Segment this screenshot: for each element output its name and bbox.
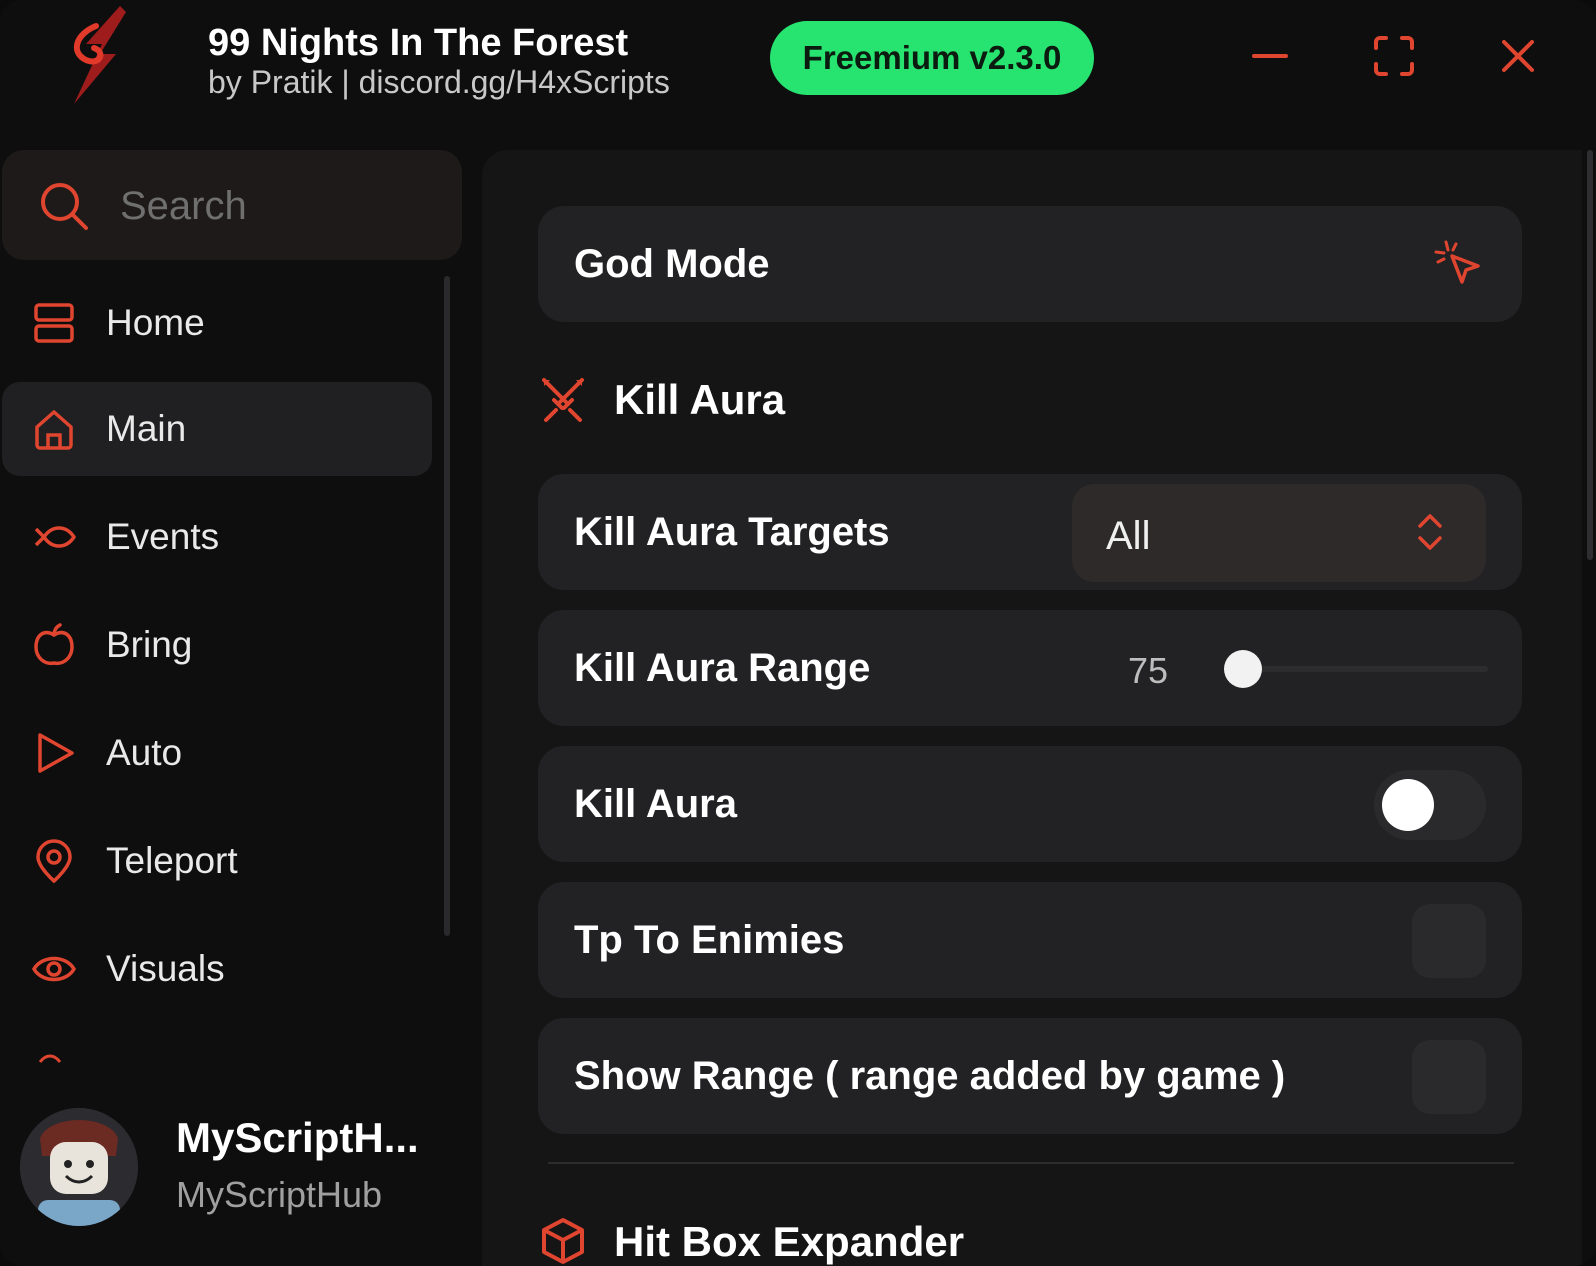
sidebar-item-auto[interactable]: Auto bbox=[2, 706, 432, 800]
main-panel: God Mode Kill Aura Kill Aura Targets All bbox=[482, 150, 1582, 1266]
avatar-icon bbox=[20, 1108, 138, 1226]
tp-to-enemies-checkbox[interactable] bbox=[1412, 904, 1486, 978]
kill-aura-toggle-row: Kill Aura bbox=[538, 746, 1522, 862]
kill-aura-range-row: Kill Aura Range 75 bbox=[538, 610, 1522, 726]
slider-value: 75 bbox=[1128, 650, 1169, 691]
close-button[interactable] bbox=[1496, 34, 1540, 78]
kill-aura-section-header: Kill Aura bbox=[538, 360, 1138, 440]
slider-thumb[interactable] bbox=[1224, 650, 1262, 688]
partial-icon bbox=[38, 1054, 62, 1063]
show-range-label: Show Range ( range added by game ) bbox=[574, 1054, 1286, 1098]
logo-icon bbox=[73, 6, 126, 104]
kill-aura-toggle-label: Kill Aura bbox=[574, 782, 737, 826]
toggle-knob bbox=[1382, 779, 1434, 831]
kill-aura-targets-row: Kill Aura Targets All bbox=[538, 474, 1522, 590]
map-pin-icon bbox=[36, 839, 72, 883]
dropdown-value: All bbox=[1106, 514, 1151, 558]
app-subtitle: by Pratik | discord.gg/H4xScripts bbox=[208, 64, 670, 100]
section-title: Hit Box Expander bbox=[614, 1218, 965, 1265]
god-mode-label: God Mode bbox=[574, 242, 770, 286]
close-icon bbox=[1502, 40, 1534, 72]
minimize-icon bbox=[1252, 54, 1288, 58]
play-icon bbox=[38, 733, 74, 773]
version-badge: Freemium v2.3.0 bbox=[770, 21, 1094, 95]
section-title: Kill Aura bbox=[614, 376, 786, 423]
app-window: 99 Nights In The Forest by Pratik | disc… bbox=[0, 0, 1596, 1266]
maximize-icon bbox=[1374, 36, 1414, 76]
sidebar-item-visuals[interactable]: Visuals bbox=[2, 922, 432, 1016]
title-bar: 99 Nights In The Forest by Pratik | disc… bbox=[0, 0, 1596, 130]
chevron-up-down-icon bbox=[1418, 514, 1442, 550]
profile-username: MyScriptHub bbox=[176, 1174, 383, 1215]
minimize-button[interactable] bbox=[1248, 34, 1292, 78]
search-icon bbox=[41, 183, 88, 230]
sidebar-item-label: Teleport bbox=[106, 840, 238, 881]
sidebar-item-label: Main bbox=[106, 408, 187, 449]
fish-icon bbox=[34, 526, 76, 548]
sidebar-item-label: Bring bbox=[106, 624, 193, 665]
kill-aura-range-slider[interactable] bbox=[1224, 650, 1488, 688]
sidebar-item-label: Home bbox=[106, 302, 205, 343]
apple-icon bbox=[34, 623, 74, 666]
crossed-swords-icon bbox=[542, 378, 584, 422]
section-divider bbox=[548, 1162, 1514, 1164]
tp-to-enemies-row: Tp To Enimies bbox=[538, 882, 1522, 998]
kill-aura-targets-label: Kill Aura Targets bbox=[574, 510, 890, 554]
sidebar-item-label: Auto bbox=[106, 732, 183, 773]
sidebar-nav: Home Main Events Bring Auto Teleport Vis… bbox=[0, 270, 440, 1090]
home-icon bbox=[35, 410, 73, 450]
pointer-click-icon bbox=[1434, 240, 1480, 284]
kill-aura-targets-dropdown[interactable]: All bbox=[1072, 484, 1486, 582]
show-range-row: Show Range ( range added by game ) bbox=[538, 1018, 1522, 1134]
app-title: 99 Nights In The Forest bbox=[208, 22, 629, 64]
sidebar-item-events[interactable]: Events bbox=[2, 490, 432, 584]
sidebar-scrollbar[interactable] bbox=[444, 276, 450, 936]
user-profile: MyScriptH... MyScriptHub bbox=[18, 1106, 458, 1236]
content-scrollbar[interactable] bbox=[1587, 150, 1593, 560]
tp-to-enemies-label: Tp To Enimies bbox=[574, 918, 845, 962]
eye-icon bbox=[32, 956, 76, 982]
layout-icon bbox=[34, 303, 74, 343]
avatar bbox=[20, 1108, 138, 1226]
sidebar-item-label: Events bbox=[106, 516, 220, 557]
sidebar-item-main[interactable]: Main bbox=[2, 382, 432, 476]
profile-name: MyScriptH... bbox=[176, 1114, 419, 1161]
box-icon bbox=[542, 1218, 584, 1264]
kill-aura-range-label: Kill Aura Range bbox=[574, 646, 871, 690]
search-input[interactable] bbox=[118, 176, 442, 236]
kill-aura-toggle[interactable] bbox=[1374, 770, 1486, 840]
hit-box-section-header: Hit Box Expander bbox=[538, 1216, 1438, 1266]
show-range-checkbox[interactable] bbox=[1412, 1040, 1486, 1114]
sidebar-item-teleport[interactable]: Teleport bbox=[2, 814, 432, 908]
search-box[interactable] bbox=[2, 150, 462, 260]
sidebar-item-bring[interactable]: Bring bbox=[2, 598, 432, 692]
sidebar-item-label: Visuals bbox=[106, 948, 225, 989]
god-mode-button[interactable]: God Mode bbox=[538, 206, 1522, 322]
sidebar-item-home[interactable]: Home bbox=[2, 276, 432, 370]
maximize-button[interactable] bbox=[1372, 34, 1416, 78]
